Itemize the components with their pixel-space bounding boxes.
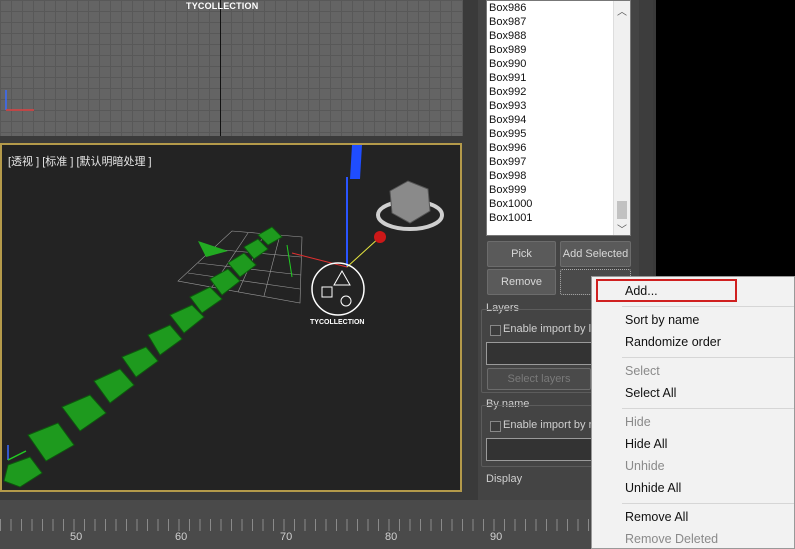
display-title: Display [486,473,523,485]
watermark-persp: TYCOLLECTION [310,319,365,326]
list-item[interactable]: Box1000 [487,197,630,211]
object-listbox[interactable]: Box986 Box987 Box988 Box989 Box990 Box991 Box9… [486,0,631,236]
viewport-axis-line [220,0,221,136]
list-item[interactable]: Box987 [487,15,630,29]
list-item[interactable]: Box997 [487,155,630,169]
menu-item-add[interactable]: Add... [625,284,658,298]
list-item[interactable]: Box996 [487,141,630,155]
object-list: Box986 Box987 Box988 Box989 Box990 Box991 Box9… [487,1,630,225]
list-item[interactable]: Box998 [487,169,630,183]
list-item[interactable]: Box989 [487,43,630,57]
chevron-down-icon[interactable]: ﹀ [617,221,627,235]
menu-item-sort-by-name[interactable]: Sort by name [625,313,699,327]
menu-separator [622,306,794,307]
menu-item-select[interactable]: Select [625,364,660,378]
list-item[interactable]: Box986 [487,1,630,15]
list-item[interactable]: Box988 [487,29,630,43]
list-item[interactable]: Box992 [487,85,630,99]
menu-separator [622,357,794,358]
context-menu: Add... Sort by name Randomize order Sele… [591,276,795,549]
menu-item-select-all[interactable]: Select All [625,386,676,400]
layers-enable-label: Enable import by la [503,323,598,335]
chevron-up-icon[interactable]: ︿ [617,3,627,18]
tick-label: 60 [175,531,188,543]
pick-button[interactable]: Pick [487,241,556,267]
add-highlight-box [596,279,737,302]
tick-label: 80 [385,531,398,543]
menu-item-unhide-all[interactable]: Unhide All [625,481,681,495]
watermark-top: TYCOLLECTION [186,1,259,11]
list-item[interactable]: Box993 [487,99,630,113]
add-selected-button[interactable]: Add Selected [560,241,631,267]
menu-item-randomize-order[interactable]: Randomize order [625,335,721,349]
remove-button[interactable]: Remove [487,269,556,295]
list-item[interactable]: Box991 [487,71,630,85]
list-item[interactable]: Box994 [487,113,630,127]
tick-label: 70 [280,531,293,543]
layers-field[interactable] [486,342,592,365]
by-name-enable-label: Enable import by n [503,419,595,431]
list-item[interactable]: Box995 [487,127,630,141]
by-name-field[interactable] [486,438,592,461]
list-item[interactable]: Box1001 [487,211,630,225]
tick-label: 50 [70,531,83,543]
list-item[interactable]: Box999 [487,183,630,197]
timeline-ruler[interactable] [0,519,592,531]
listbox-scrollbar[interactable]: ︿ ﹀ [613,1,630,235]
select-layers-button[interactable]: Select layers [487,368,591,390]
tick-label: 90 [490,531,503,543]
top-viewport[interactable]: TYCOLLECTION [0,0,463,136]
menu-item-remove-deleted[interactable]: Remove Deleted [625,532,718,546]
menu-separator [622,408,794,409]
perspective-viewport[interactable]: [透视 ] [标准 ] [默认明暗处理 ] TYCOLLECTION [0,143,462,492]
by-name-enable-checkbox[interactable] [490,421,501,432]
list-item[interactable]: Box990 [487,57,630,71]
scene-graphics [3,145,444,488]
layers-enable-checkbox[interactable] [490,325,501,336]
menu-item-hide-all[interactable]: Hide All [625,437,667,451]
scroll-thumb[interactable] [617,201,627,219]
axis-gizmo-icon [5,90,34,111]
menu-item-unhide[interactable]: Unhide [625,459,665,473]
menu-separator [622,503,794,504]
menu-item-remove-all[interactable]: Remove All [625,510,688,524]
menu-item-hide[interactable]: Hide [625,415,651,429]
